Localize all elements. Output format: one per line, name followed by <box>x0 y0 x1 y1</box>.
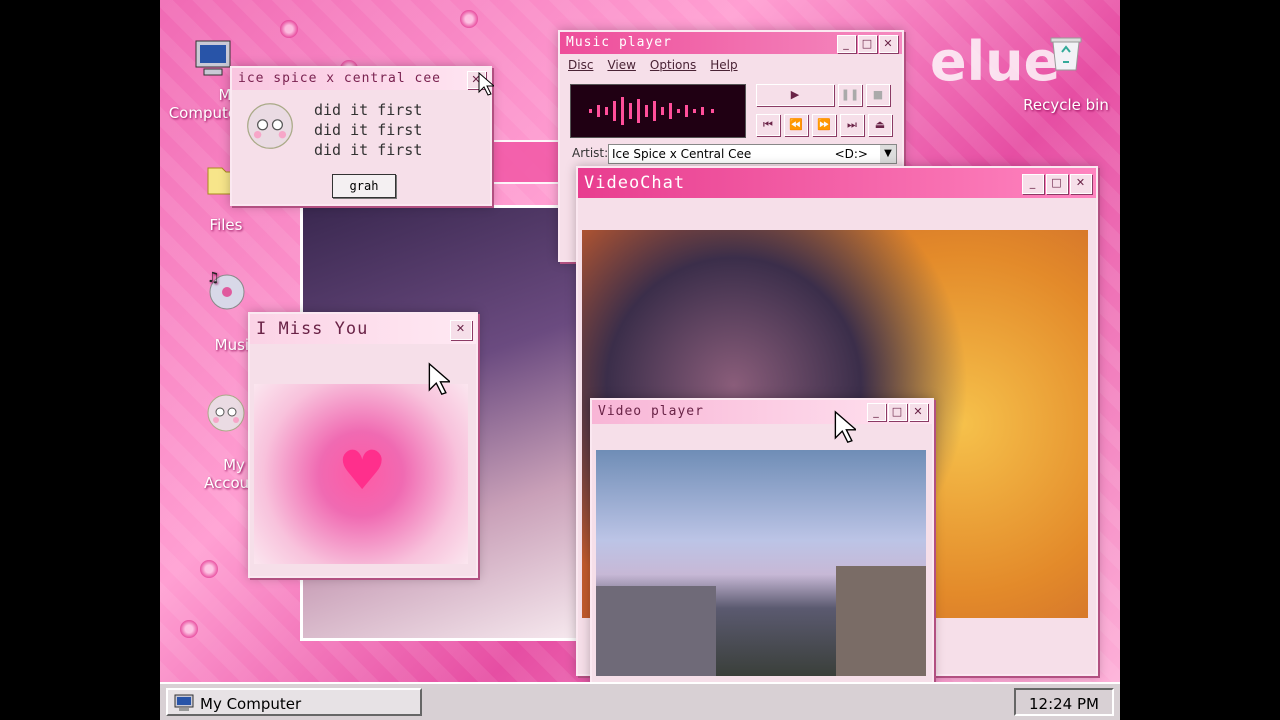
stop-button[interactable]: ■ <box>866 84 890 106</box>
menu-item-view[interactable]: View <box>607 58 635 72</box>
chevron-down-icon[interactable]: ▼ <box>880 145 896 163</box>
wallpaper-flower <box>460 10 478 28</box>
eject-icon[interactable]: ⏏ <box>868 114 892 136</box>
clock[interactable]: 12:24 PM <box>1014 688 1114 716</box>
menu-item-options[interactable]: Options <box>650 58 696 72</box>
building-shape <box>596 586 716 676</box>
close-button[interactable]: ✕ <box>879 35 898 53</box>
visualizer-display <box>570 84 746 138</box>
skip-forward-icon[interactable]: ⏭ <box>840 114 864 136</box>
music-player-titlebar[interactable]: Music player _ □ ✕ <box>560 32 902 54</box>
window-title: Music player <box>566 35 672 50</box>
start-button[interactable]: My Computer <box>166 688 422 716</box>
pause-button[interactable]: ❚❚ <box>838 84 862 106</box>
rewind-icon[interactable]: ⏪ <box>784 114 808 136</box>
computer-icon <box>174 694 194 711</box>
menu-item-disc[interactable]: Disc <box>568 58 593 72</box>
close-button[interactable]: ✕ <box>450 320 472 340</box>
imissyou-window: I Miss You ✕ ♥ <box>248 312 478 578</box>
minimize-button[interactable]: _ <box>867 403 886 421</box>
wallpaper-flower <box>200 560 218 578</box>
desktop-icon-label: Files <box>209 216 243 234</box>
message-window-titlebar[interactable]: ice spice x central cee ✕ <box>232 68 490 90</box>
window-title: ice spice x central cee <box>238 71 442 86</box>
close-button[interactable]: ✕ <box>909 403 928 421</box>
minimize-button[interactable]: _ <box>1022 174 1044 194</box>
heart-image: ♥ <box>254 384 468 564</box>
start-label: My Computer <box>200 695 302 713</box>
desktop-icon-recycle-bin[interactable]: Recycle bin <box>1023 32 1109 114</box>
desktop: elue My Computer Files ♫ Music My Accoun… <box>160 0 1120 720</box>
maximize-button[interactable]: □ <box>858 35 877 53</box>
message-line: did it first <box>314 141 423 159</box>
maximize-button[interactable]: □ <box>888 403 907 421</box>
fast-forward-icon[interactable]: ⏩ <box>812 114 836 136</box>
wallpaper-flower <box>280 20 298 38</box>
artist-value: Ice Spice x Central Cee <box>612 147 752 161</box>
taskbar: My Computer 12:24 PM <box>160 682 1120 720</box>
svg-text:♫: ♫ <box>207 270 220 286</box>
message-window: ice spice x central cee ✕ did it first d… <box>230 66 492 206</box>
desktop-icon-label: Recycle bin <box>1023 96 1109 114</box>
artist-select[interactable]: Ice Spice x Central Cee <D:> ▼ <box>608 144 897 164</box>
wallpaper-flower <box>180 620 198 638</box>
avatar-icon <box>247 103 293 149</box>
music-cd-icon: ♫ <box>207 270 245 310</box>
grah-button[interactable]: grah <box>332 174 396 198</box>
video-player-titlebar[interactable]: Video player _ □ ✕ <box>592 400 932 424</box>
window-title: VideoChat <box>584 173 686 193</box>
drive-label: <D:> <box>834 147 868 161</box>
video-player-window: Video player _ □ ✕ ▶ ❚❚ ■ ⏮ ⏪ ⏩ ⏭ ⏏ 🔈 <box>590 398 939 720</box>
building-shape <box>836 566 926 676</box>
maximize-button[interactable]: □ <box>1046 174 1068 194</box>
waveform-icon <box>589 97 714 125</box>
play-button[interactable]: ▶ <box>756 84 834 106</box>
close-button[interactable]: ✕ <box>1070 174 1092 194</box>
video-frame <box>596 450 926 676</box>
minimize-button[interactable]: _ <box>837 35 856 53</box>
heart-icon: ♥ <box>338 439 387 502</box>
menu-bar: Disc View Options Help <box>560 54 902 76</box>
videochat-titlebar[interactable]: VideoChat _ □ ✕ <box>578 168 1096 198</box>
window-title: I Miss You <box>256 319 369 339</box>
message-line: did it first <box>314 101 423 119</box>
menu-item-help[interactable]: Help <box>710 58 737 72</box>
avatar-icon <box>207 394 245 432</box>
computer-icon <box>195 40 231 76</box>
message-text: did it first did it first did it first <box>314 100 422 160</box>
imissyou-titlebar[interactable]: I Miss You ✕ <box>250 314 476 344</box>
artist-label: Artist: <box>572 146 609 160</box>
recycle-bin-icon <box>1050 37 1082 71</box>
transport-row-1: ▶ ❚❚ ■ <box>756 84 890 106</box>
skip-back-icon[interactable]: ⏮ <box>756 114 780 136</box>
message-line: did it first <box>314 121 423 139</box>
transport-row-2: ⏮ ⏪ ⏩ ⏭ ⏏ <box>756 114 892 136</box>
window-title: Video player <box>598 404 704 419</box>
